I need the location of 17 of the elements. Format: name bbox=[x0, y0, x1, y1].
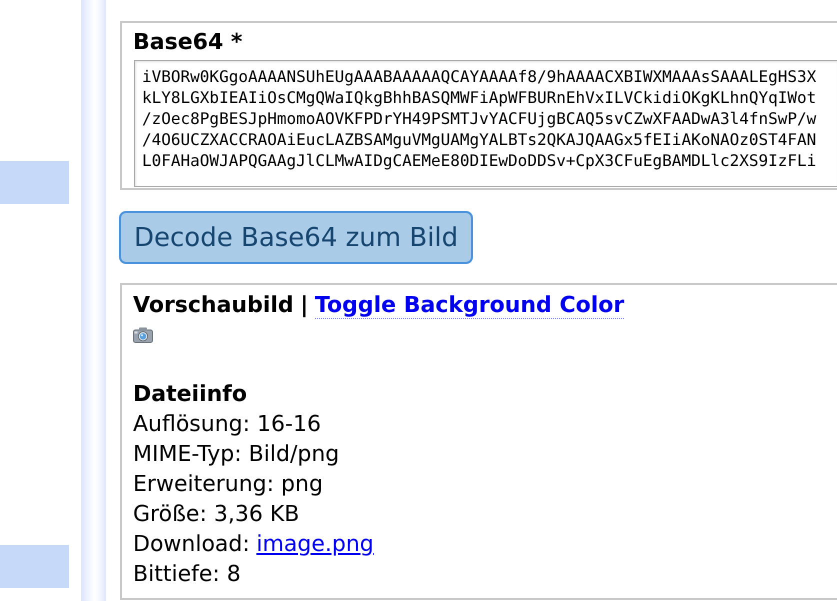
preview-title: Vorschaubild bbox=[133, 292, 294, 320]
separator: | bbox=[300, 292, 308, 320]
file-info-row-text: Erweiterung: png bbox=[133, 471, 324, 499]
toggle-background-link[interactable]: Toggle Background Color bbox=[314, 294, 624, 319]
decode-button[interactable]: Decode Base64 zum Bild bbox=[119, 211, 474, 264]
side-panel bbox=[0, 545, 69, 588]
side-panel bbox=[0, 161, 69, 204]
base64-input-field[interactable]: iVBORw0KGgoAAAANSUhEUgAAABAAAAAQCAYAAAAf8/9hAAAACXBIWXMAAAsSAAALEgHS3X kLY8LGXbIEAIiOsCMgQWaIQkgBhhBASQMWFiApWFBURnEhVxILVCkidiOKgKLhnQYqIWot /zOec8PgBESJpHmomoAOVKFPDrYH49PSMTJvYACFUjgBCAQ5svCZwXFAADwA3l4fnSwP/w /4O6UCZXACCRAOAiEucLAZBSAMguVMgUAMgYALBTs2QKAJQAAGx5fEIiAKoNAOz0ST4FAN L0FAHaOWJAPQGAAgJlCLMwAIDgCAEMeE80DIEwDoDDSv+CpX3CFuEgBAMDLlc2XS9IzFLi bbox=[134, 60, 837, 187]
file-info-row-text: Größe: 3,36 KB bbox=[133, 501, 300, 529]
download-label: Download: bbox=[133, 531, 250, 559]
download-link[interactable]: image.png bbox=[256, 530, 374, 560]
file-info-row-text: MIME-Typ: Bild/png bbox=[133, 441, 340, 469]
camera-icon bbox=[133, 327, 153, 343]
file-info-row-text: Bittiefe: 8 bbox=[133, 561, 242, 589]
field-label: Base64 * bbox=[133, 29, 242, 57]
file-info-row-text: Auflösung: 16-16 bbox=[133, 411, 322, 439]
file-info-title: Dateiinfo bbox=[133, 381, 248, 409]
